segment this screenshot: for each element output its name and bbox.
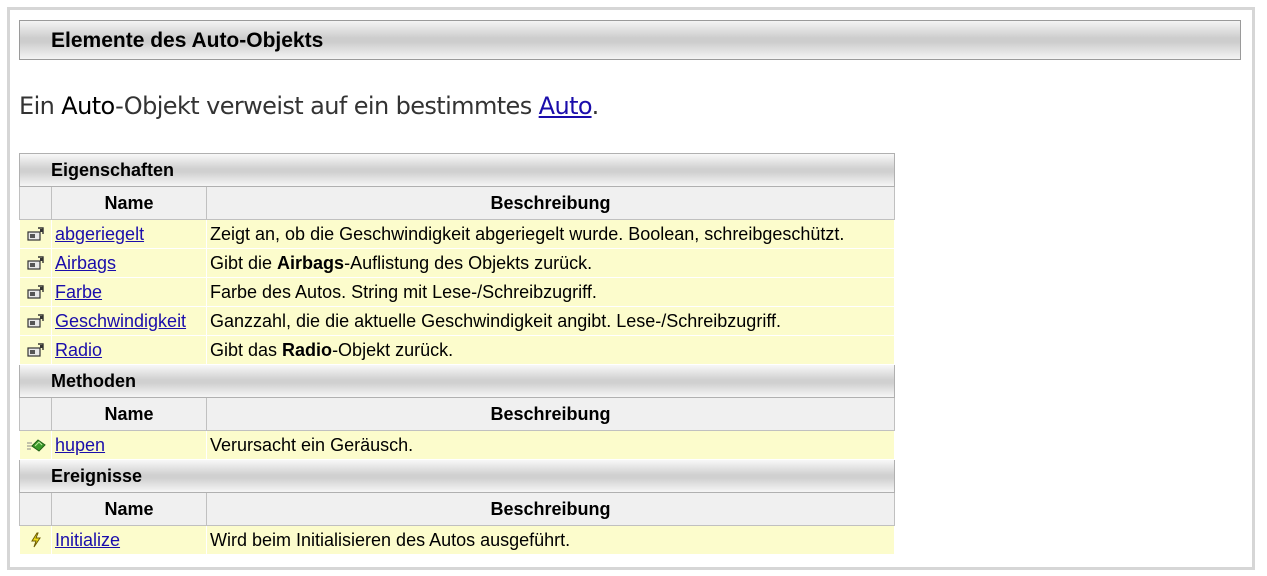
property-icon — [19, 219, 52, 249]
intro-object-name: Auto — [61, 92, 116, 120]
property-link-farbe[interactable]: Farbe — [55, 282, 102, 302]
column-header-row: Name Beschreibung — [19, 492, 896, 526]
desc-bold-term: Airbags — [277, 252, 345, 273]
method-description: Verursacht ein Geräusch. — [205, 430, 896, 460]
name-column-header: Name — [51, 397, 207, 431]
property-description: Gibt das Radio-Objekt zurück. — [205, 335, 896, 365]
name-column-header: Name — [51, 186, 207, 220]
section-methods: Methoden — [18, 364, 896, 398]
intro-text: Ein Auto-Objekt verweist auf ein bestimm… — [19, 92, 599, 120]
intro-prefix: Ein — [19, 92, 62, 120]
desc-bold-term: Radio — [282, 339, 333, 360]
column-header-row: Name Beschreibung — [19, 397, 896, 431]
event-link-initialize[interactable]: Initialize — [55, 530, 120, 550]
section-events: Ereignisse — [18, 459, 896, 493]
event-icon — [19, 525, 52, 555]
property-description: Farbe des Autos. String mit Lese-/Schrei… — [205, 277, 896, 307]
section-title-methods: Methoden — [18, 364, 896, 398]
method-icon — [19, 430, 52, 460]
method-link-hupen[interactable]: hupen — [55, 435, 105, 455]
method-row: hupen Verursacht ein Geräusch. — [19, 430, 896, 460]
section-title-properties: Eigenschaften — [18, 153, 896, 187]
property-icon — [19, 277, 52, 307]
icon-column-header — [19, 397, 52, 431]
property-row: Radio Gibt das Radio-Objekt zurück. — [19, 335, 896, 365]
property-description: Ganzzahl, die die aktuelle Geschwindigke… — [205, 306, 896, 336]
section-title-events: Ereignisse — [18, 459, 896, 493]
description-column-header: Beschreibung — [205, 397, 896, 431]
property-row: Farbe Farbe des Autos. String mit Lese-/… — [19, 277, 896, 307]
description-column-header: Beschreibung — [205, 186, 896, 220]
property-link-airbags[interactable]: Airbags — [55, 253, 116, 273]
desc-text: Gibt die — [210, 252, 278, 273]
page-title-bar: Elemente des Auto-Objekts — [19, 20, 1241, 60]
property-link-radio[interactable]: Radio — [55, 340, 102, 360]
property-row: abgeriegelt Zeigt an, ob die Geschwindig… — [19, 219, 896, 249]
desc-text: -Objekt zurück. — [332, 339, 454, 360]
event-row: Initialize Wird beim Initialisieren des … — [19, 525, 896, 555]
property-icon — [19, 306, 52, 336]
property-description: Gibt die Airbags-Auflistung des Objekts … — [205, 248, 896, 278]
content-frame: Elemente des Auto-Objekts Ein Auto-Objek… — [7, 7, 1255, 570]
property-link-geschwindigkeit[interactable]: Geschwindigkeit — [55, 311, 186, 331]
icon-column-header — [19, 492, 52, 526]
name-column-header: Name — [51, 492, 207, 526]
intro-suffix: . — [591, 92, 600, 120]
page-title: Elemente des Auto-Objekts — [51, 29, 324, 52]
property-link-abgeriegelt[interactable]: abgeriegelt — [55, 224, 144, 244]
column-header-row: Name Beschreibung — [19, 186, 896, 220]
property-icon — [19, 335, 52, 365]
auto-link[interactable]: Auto — [539, 92, 593, 120]
property-row: Geschwindigkeit Ganzzahl, die die aktuel… — [19, 306, 896, 336]
intro-middle: -Objekt verweist auf ein bestimmtes — [115, 92, 539, 120]
event-description: Wird beim Initialisieren des Autos ausge… — [205, 525, 896, 555]
members-table: Eigenschaften Name Beschreibung abgerieg… — [18, 153, 896, 555]
desc-text: -Auflistung des Objekts zurück. — [344, 252, 593, 273]
property-icon — [19, 248, 52, 278]
icon-column-header — [19, 186, 52, 220]
property-description: Zeigt an, ob die Geschwindigkeit abgerie… — [205, 219, 896, 249]
desc-text: Gibt das — [210, 339, 283, 360]
section-properties: Eigenschaften — [18, 153, 896, 187]
description-column-header: Beschreibung — [205, 492, 896, 526]
property-row: Airbags Gibt die Airbags-Auflistung des … — [19, 248, 896, 278]
